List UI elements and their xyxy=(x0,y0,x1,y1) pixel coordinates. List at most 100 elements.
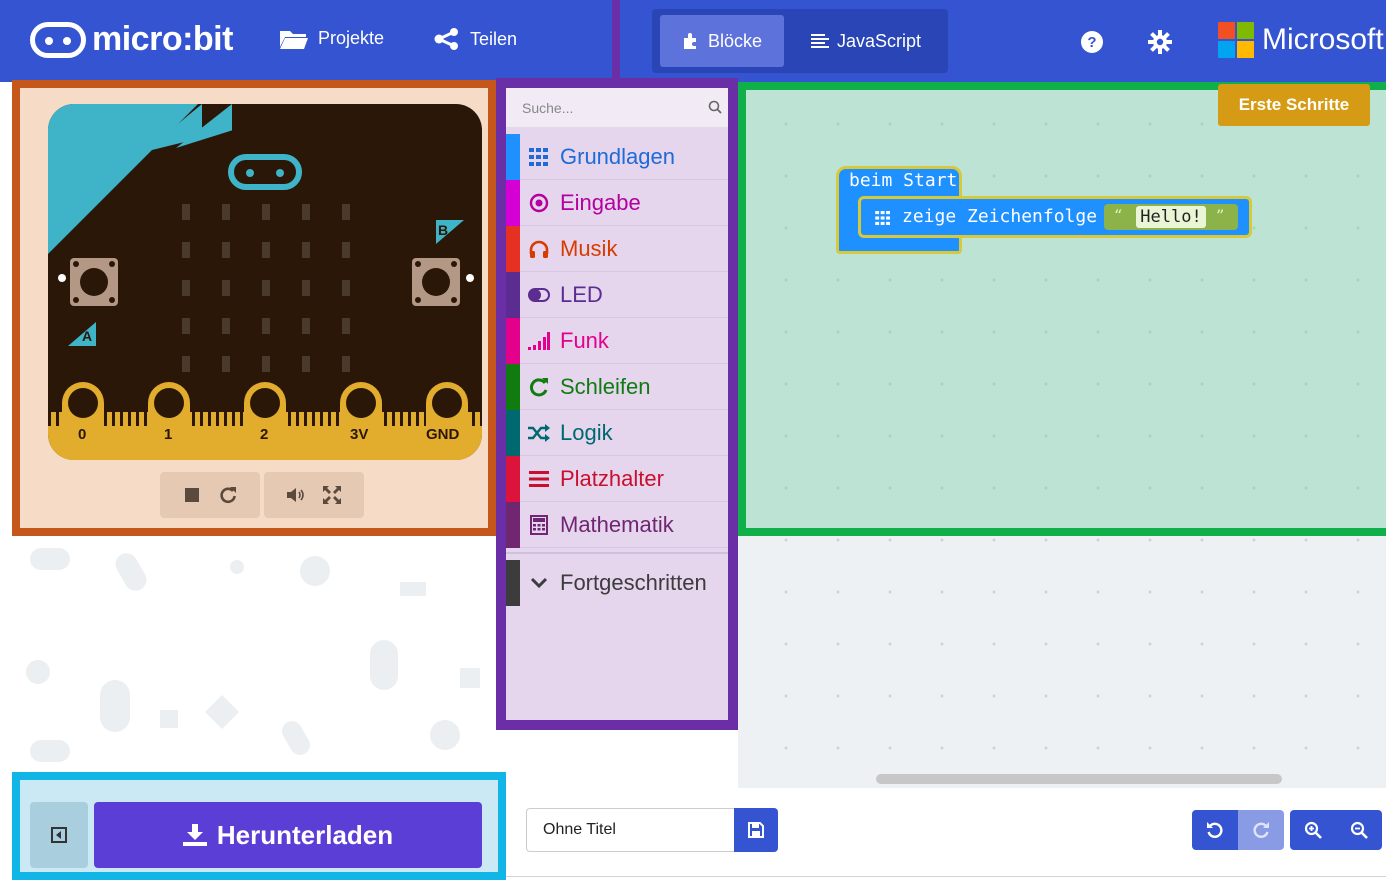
category-musik[interactable]: Musik xyxy=(506,226,728,272)
fullscreen-icon[interactable] xyxy=(322,485,342,505)
toggle-icon xyxy=(528,284,550,306)
toolbox: Suche... Grundlagen Eingabe Musik LED Fu… xyxy=(496,78,738,730)
category-led[interactable]: LED xyxy=(506,272,728,318)
pin-2[interactable] xyxy=(244,382,286,460)
category-label: Logik xyxy=(560,419,613,445)
signal-icon xyxy=(528,330,550,352)
share-label: Teilen xyxy=(470,28,518,49)
redo-button[interactable] xyxy=(1238,810,1284,850)
footer-divider xyxy=(506,876,1386,877)
target-icon xyxy=(528,192,550,214)
sound-icon[interactable] xyxy=(286,485,306,505)
category-eingabe[interactable]: Eingabe xyxy=(506,180,728,226)
pin-3v[interactable] xyxy=(340,382,382,460)
loop-icon xyxy=(528,376,550,398)
gear-icon[interactable] xyxy=(1148,30,1172,54)
save-icon xyxy=(748,822,764,838)
help-icon[interactable]: ? xyxy=(1080,30,1104,54)
zoom-out-icon xyxy=(1350,821,1368,839)
restart-icon[interactable] xyxy=(218,485,238,505)
on-start-label: beim Start xyxy=(849,170,958,191)
svg-text:?: ? xyxy=(1087,34,1096,51)
open-quote: “ xyxy=(1114,206,1123,225)
button-a-label: A xyxy=(82,328,93,344)
category-funk[interactable]: Funk xyxy=(506,318,728,364)
annotation-connector xyxy=(612,0,620,78)
zoom-group xyxy=(1290,810,1382,850)
category-label: Platzhalter xyxy=(560,465,664,491)
save-button[interactable] xyxy=(734,808,778,852)
simulator-control-group xyxy=(160,472,260,518)
microbit-face-logo[interactable] xyxy=(228,154,302,190)
toolbox-search[interactable]: Suche... xyxy=(506,88,728,128)
search-icon[interactable] xyxy=(708,100,722,114)
category-mathematik[interactable]: Mathematik xyxy=(506,502,728,548)
grid-icon xyxy=(875,211,890,225)
pin-label: 2 xyxy=(260,426,269,443)
chevron-down-icon xyxy=(528,572,550,594)
string-value-field[interactable]: Hello! xyxy=(1136,206,1206,228)
category-label: LED xyxy=(560,281,603,307)
category-label: Musik xyxy=(560,235,618,261)
undo-button[interactable] xyxy=(1192,810,1238,850)
undo-redo-group xyxy=(1192,810,1284,850)
share-icon xyxy=(434,28,458,50)
category-schleifen[interactable]: Schleifen xyxy=(506,364,728,410)
zoom-in-button[interactable] xyxy=(1290,810,1336,850)
code-lines-icon xyxy=(810,34,829,48)
projects-label: Projekte xyxy=(318,28,385,48)
pin-1[interactable] xyxy=(148,382,190,460)
simulator-panel: A B 0 1 2 3V GND xyxy=(12,80,496,536)
horizontal-scrollbar[interactable] xyxy=(876,774,1282,784)
microsoft-squares-icon xyxy=(1218,22,1254,58)
button-b[interactable] xyxy=(412,258,460,306)
pin-label: 3V xyxy=(350,426,369,443)
pin-gnd[interactable] xyxy=(426,382,468,460)
pin-0[interactable] xyxy=(62,382,104,460)
stop-icon[interactable] xyxy=(182,485,202,505)
button-a[interactable] xyxy=(70,258,118,306)
category-grundlagen[interactable]: Grundlagen xyxy=(506,134,728,180)
getting-started-button[interactable]: Erste Schritte xyxy=(1218,84,1370,126)
toolbox-divider xyxy=(506,552,728,554)
editor-mode-toggle: Blöcke JavaScript xyxy=(652,9,948,73)
projects-button[interactable]: Projekte xyxy=(280,28,384,49)
project-title-input[interactable] xyxy=(526,808,736,852)
blocks-tab[interactable]: Blöcke xyxy=(660,15,784,67)
microsoft-logo[interactable]: Microsoft xyxy=(1218,22,1384,58)
simulator-control-group xyxy=(264,472,364,518)
zoom-out-button[interactable] xyxy=(1336,810,1382,850)
collapse-simulator-button[interactable] xyxy=(30,802,88,868)
logo-text: micro:bit xyxy=(92,20,233,58)
lines-icon xyxy=(528,468,550,490)
pin-label: 1 xyxy=(164,426,173,443)
javascript-tab[interactable]: JavaScript xyxy=(792,15,940,67)
category-platzhalter[interactable]: Platzhalter xyxy=(506,456,728,502)
category-label: Eingabe xyxy=(560,189,641,215)
category-logik[interactable]: Logik xyxy=(506,410,728,456)
pin-label: 0 xyxy=(78,426,87,443)
pin-label: GND xyxy=(426,426,460,443)
microsoft-text: Microsoft xyxy=(1262,23,1384,56)
share-button[interactable]: Teilen xyxy=(434,28,517,50)
button-b-label: B xyxy=(438,222,449,238)
top-bar: micro:bit Projekte Teilen Blöcke JavaScr… xyxy=(0,0,1386,82)
microbit-board: A B 0 1 2 3V GND xyxy=(48,104,482,460)
microbit-logo-icon xyxy=(30,21,86,58)
undo-icon xyxy=(1207,822,1223,838)
category-fortgeschritten[interactable]: Fortgeschritten xyxy=(506,560,728,606)
microbit-logo[interactable]: micro:bit xyxy=(30,20,233,59)
collapse-icon xyxy=(51,827,67,843)
download-button[interactable]: Herunterladen xyxy=(94,802,482,868)
redo-icon xyxy=(1253,822,1269,838)
calculator-icon xyxy=(528,514,550,536)
category-label: Funk xyxy=(560,327,609,353)
javascript-tab-label: JavaScript xyxy=(836,30,922,51)
close-quote: ” xyxy=(1216,206,1225,225)
search-placeholder: Suche... xyxy=(522,100,574,116)
category-label: Mathematik xyxy=(560,511,674,537)
category-label: Schleifen xyxy=(560,373,651,399)
grid-icon xyxy=(528,146,550,168)
workspace-highlight-area xyxy=(738,82,1386,536)
simulator-controls xyxy=(160,472,364,518)
